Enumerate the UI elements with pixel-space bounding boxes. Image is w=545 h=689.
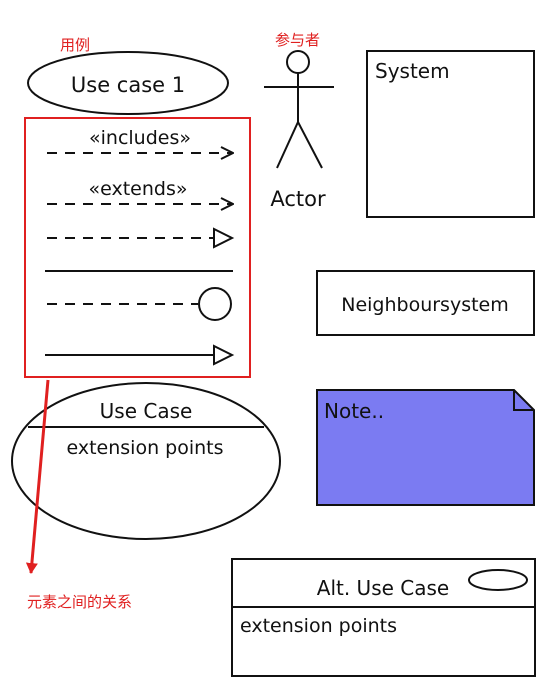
use-case-annotation: 用例 xyxy=(60,36,90,54)
generalization-head xyxy=(213,344,235,366)
use-case-ellipse-compartment: extension points xyxy=(66,437,223,459)
use-case-ellipse-name: Use Case xyxy=(100,399,193,423)
alt-use-case-compartment: extension points xyxy=(240,615,397,637)
uml-palette-diagram: 用例 Use case 1 参与者 Actor System «includes… xyxy=(11,31,536,677)
extends-label: «extends» xyxy=(89,178,188,200)
alt-use-case-box: Alt. Use Case extension points xyxy=(231,558,536,677)
interface-relation xyxy=(47,287,232,321)
actor-left-leg xyxy=(276,121,299,169)
use-case-1: Use case 1 xyxy=(27,51,229,115)
neighbour-system-label: Neighboursystem xyxy=(341,294,509,316)
neighbour-system-box: Neighboursystem xyxy=(316,270,535,336)
use-case-with-extensions: Use Case extension points xyxy=(11,382,281,540)
system-box: System xyxy=(366,50,535,218)
actor-figure xyxy=(264,50,334,169)
actor-label: Actor xyxy=(270,187,326,211)
actor-head xyxy=(286,50,310,74)
relations-annotation: 元素之间的关系 xyxy=(27,593,132,611)
generalization-relation xyxy=(45,344,235,366)
use-case-1-label: Use case 1 xyxy=(71,73,185,97)
note-label: Note.. xyxy=(324,399,384,423)
note-shape: Note.. xyxy=(316,389,535,506)
interface-circle xyxy=(198,287,232,321)
realization-head xyxy=(213,227,235,249)
alt-use-case-name: Alt. Use Case xyxy=(317,576,449,600)
actor-right-leg xyxy=(297,121,323,169)
relations-highlight xyxy=(24,117,251,378)
system-label: System xyxy=(375,59,450,83)
actor-annotation: 参与者 xyxy=(275,31,320,49)
includes-label: «includes» xyxy=(89,127,191,149)
realization-relation xyxy=(47,227,235,249)
alt-use-case-icon xyxy=(468,569,528,591)
